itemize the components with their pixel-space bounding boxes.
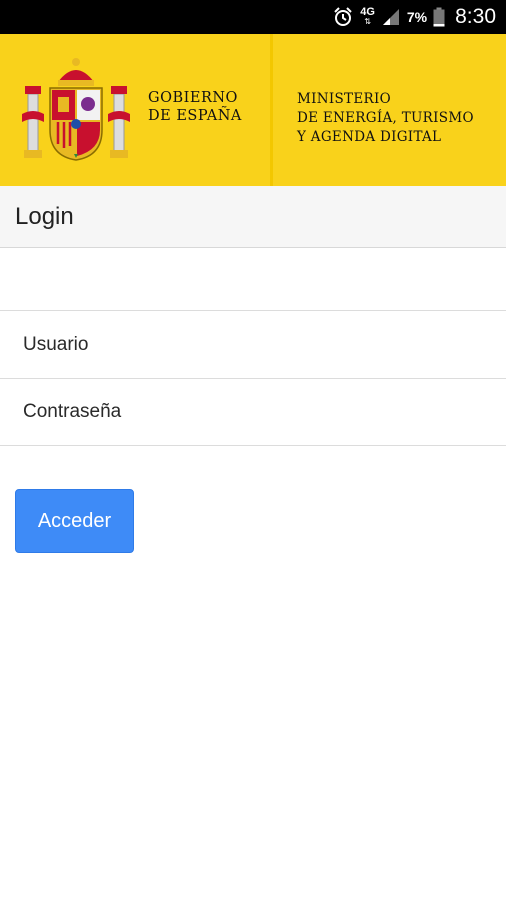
- banner-divider: [270, 34, 273, 186]
- username-input[interactable]: [0, 311, 506, 378]
- battery-icon: [433, 7, 445, 27]
- app-toolbar: Login: [0, 186, 506, 248]
- government-name: GOBIERNO DE ESPAÑA: [148, 90, 242, 124]
- status-time: 8:30: [455, 5, 496, 28]
- status-bar: 4G ⇅ 7% 8:30: [0, 0, 506, 34]
- alarm-icon: [332, 6, 354, 28]
- username-row: [0, 310, 506, 378]
- login-form: [0, 310, 506, 446]
- coat-of-arms-logo: [20, 52, 132, 166]
- password-input[interactable]: [0, 379, 506, 445]
- password-row: [0, 378, 506, 446]
- battery-percentage: 7%: [406, 9, 428, 25]
- ministry-name: MINISTERIO DE ENERGÍA, TURISMO Y AGENDA …: [297, 91, 474, 145]
- government-banner: GOBIERNO DE ESPAÑA MINISTERIO DE ENERGÍA…: [0, 34, 506, 186]
- status-icons: 4G ⇅ 7% 8:30: [332, 0, 496, 34]
- network-type-icon: 4G ⇅: [360, 6, 375, 27]
- login-button[interactable]: Acceder: [15, 489, 134, 553]
- signal-icon: [381, 7, 401, 27]
- page-title: Login: [15, 203, 74, 230]
